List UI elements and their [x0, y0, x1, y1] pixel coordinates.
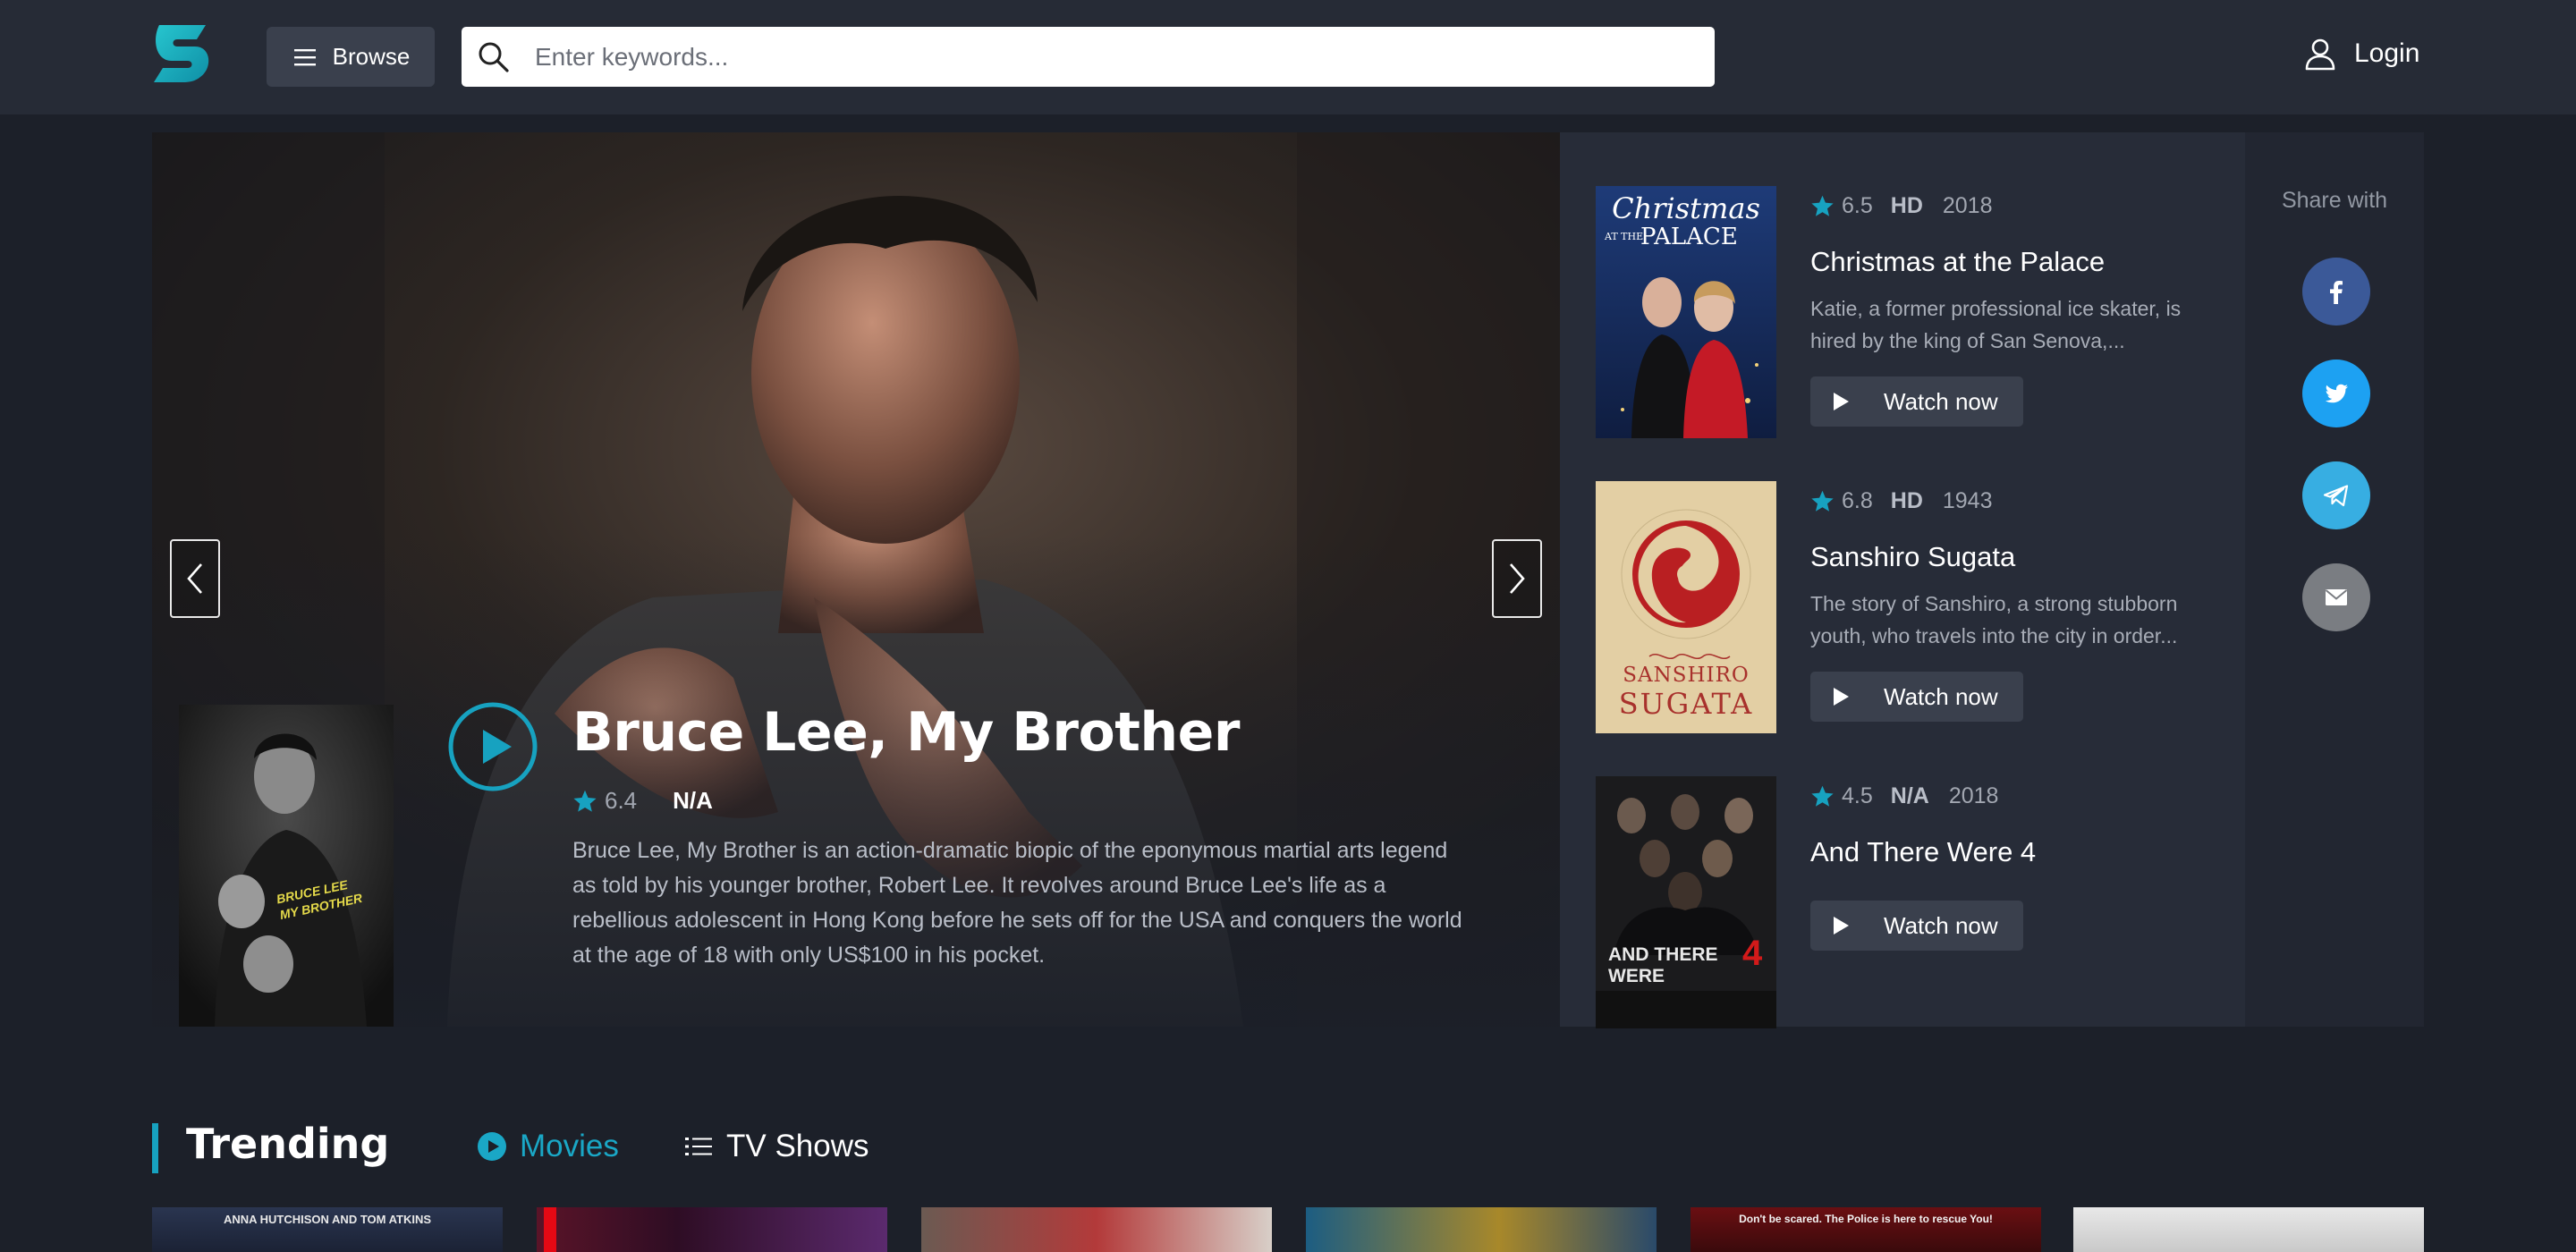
- list-item-info: 6.5 HD 2018 Christmas at the Palace Kati…: [1810, 186, 2222, 427]
- search-icon[interactable]: [476, 39, 512, 75]
- list-item-title[interactable]: And There Were 4: [1810, 836, 2222, 868]
- watch-now-button[interactable]: Watch now: [1810, 672, 2023, 722]
- trending-title: Trending: [186, 1120, 390, 1168]
- list-item: Christmas AT THE PALACE 6.5 HD 2018 Chri…: [1596, 186, 2222, 438]
- list-item-description: The story of Sanshiro, a strong stubborn…: [1810, 592, 2178, 647]
- play-icon[interactable]: [447, 701, 538, 792]
- chevron-right-icon: [1510, 563, 1525, 594]
- hero-description: Bruce Lee, My Brother is an action-drama…: [572, 838, 1462, 968]
- hero-title[interactable]: Bruce Lee, My Brother: [572, 701, 1240, 764]
- tab-movies[interactable]: Movies: [477, 1129, 619, 1164]
- list-item-quality: HD: [1890, 193, 1923, 218]
- login-label: Login: [2354, 38, 2420, 68]
- share-label: Share with: [2281, 188, 2388, 213]
- watch-now-label: Watch now: [1884, 911, 1998, 939]
- list-item-info: 4.5 N/A 2018 And There Were 4 Watch now: [1810, 776, 2222, 951]
- list-item-rating: 4.5: [1842, 783, 1873, 808]
- site-logo[interactable]: [150, 21, 215, 86]
- list-item-year: 2018: [1948, 783, 1999, 808]
- hero-poster-image: [179, 705, 394, 1027]
- star-icon: [573, 790, 597, 812]
- card-caption: ANNA HUTCHISON AND TOM ATKINS: [223, 1213, 432, 1226]
- hero-slider: BRUCE LEE MY BROTHER Bruce Lee, My Broth…: [152, 132, 1560, 1027]
- watch-now-button[interactable]: Watch now: [1810, 901, 2023, 951]
- hero-meta: 6.4 N/A: [572, 787, 713, 815]
- watch-now-label: Watch now: [1884, 682, 1998, 710]
- tab-tv-shows-label: TV Shows: [726, 1129, 869, 1163]
- poster-and-there-were-4[interactable]: AND THERE WERE 4: [1596, 776, 1776, 1028]
- top-header: Browse Login: [0, 0, 2576, 114]
- search-bar[interactable]: [462, 27, 1715, 87]
- hero-poster[interactable]: BRUCE LEE MY BROTHER: [179, 705, 394, 1027]
- trending-cards: ANNA HUTCHISON AND TOM ATKINS Don't be s…: [152, 1207, 2424, 1252]
- star-icon: [1811, 490, 1834, 512]
- poster-image: [1596, 776, 1776, 1028]
- list-item: AND THERE WERE 4 4.5 N/A 2018 And There …: [1596, 776, 2222, 1028]
- watch-now-button[interactable]: Watch now: [1810, 376, 2023, 427]
- share-telegram-button[interactable]: [2302, 461, 2370, 529]
- list-item-description: Katie, a former professional ice skater,…: [1810, 297, 2182, 352]
- featured-list: Christmas AT THE PALACE 6.5 HD 2018 Chri…: [1560, 132, 2245, 1028]
- star-icon: [1811, 195, 1834, 216]
- play-circle-icon: [478, 1132, 506, 1161]
- trending-card[interactable]: [1306, 1207, 1657, 1252]
- list-item-title[interactable]: Sanshiro Sugata: [1810, 541, 2222, 573]
- user-icon: [2305, 38, 2335, 71]
- trending-card[interactable]: [537, 1207, 887, 1252]
- list-item-quality: N/A: [1890, 783, 1929, 808]
- browse-button[interactable]: Browse: [267, 27, 435, 87]
- play-icon: [1834, 688, 1849, 706]
- share-panel: Share with: [2245, 132, 2424, 1027]
- list-item-title[interactable]: Christmas at the Palace: [1810, 246, 2222, 278]
- play-icon: [1834, 393, 1849, 410]
- trending-card[interactable]: [2073, 1207, 2424, 1252]
- list-item-meta: 4.5 N/A 2018: [1810, 783, 2222, 809]
- star-icon: [1811, 785, 1834, 807]
- facebook-icon: [2330, 281, 2343, 304]
- chevron-left-icon: [187, 563, 202, 594]
- hero-next-button[interactable]: [1492, 539, 1542, 618]
- poster-title-line-1: SANSHIRO: [1623, 664, 1750, 687]
- list-item-meta: 6.5 HD 2018: [1810, 193, 2222, 219]
- email-icon: [2325, 589, 2348, 605]
- trending-card[interactable]: ANNA HUTCHISON AND TOM ATKINS: [152, 1207, 503, 1252]
- poster-title-line-1: Christmas: [1612, 191, 1760, 225]
- card-caption: Don't be scared. The Police is here to r…: [1739, 1213, 1993, 1225]
- browse-label: Browse: [332, 43, 411, 70]
- telegram-icon: [2323, 485, 2349, 507]
- poster-title-line-2: 4: [1742, 934, 1763, 973]
- list-item-quality: HD: [1890, 488, 1923, 513]
- share-facebook-button[interactable]: [2302, 258, 2370, 326]
- poster-christmas-at-the-palace[interactable]: Christmas AT THE PALACE: [1596, 186, 1776, 438]
- poster-sanshiro-sugata[interactable]: SANSHIRO SUGATA: [1596, 481, 1776, 733]
- poster-title-line-2: SUGATA: [1618, 687, 1754, 721]
- play-icon: [1834, 917, 1849, 935]
- list-item-year: 2018: [1942, 193, 1993, 218]
- twitter-icon: [2325, 384, 2348, 403]
- hero-rating: 6.4: [605, 787, 638, 814]
- poster-title-line-2: AT THE: [1605, 231, 1644, 242]
- menu-icon: [293, 48, 316, 65]
- list-item-year: 1943: [1942, 488, 1993, 513]
- hero-quality: N/A: [673, 787, 713, 814]
- list-item-rating: 6.5: [1842, 193, 1873, 218]
- poster-title-line-3: PALACE: [1640, 224, 1738, 250]
- list-item-rating: 6.8: [1842, 488, 1873, 513]
- share-email-button[interactable]: [2302, 563, 2370, 631]
- netflix-logo-icon: [544, 1207, 556, 1252]
- login-button[interactable]: Login: [2302, 36, 2419, 72]
- list-item-info: 6.8 HD 1943 Sanshiro Sugata The story of…: [1810, 481, 2222, 722]
- trending-card[interactable]: [921, 1207, 1272, 1252]
- hero-prev-button[interactable]: [170, 539, 220, 618]
- trending-card[interactable]: Don't be scared. The Police is here to r…: [1690, 1207, 2041, 1252]
- list-icon: [685, 1138, 712, 1155]
- tab-movies-label: Movies: [520, 1129, 619, 1163]
- list-item: SANSHIRO SUGATA 6.8 HD 1943 Sanshiro Sug…: [1596, 481, 2222, 733]
- watch-now-label: Watch now: [1884, 387, 1998, 415]
- trending-accent-bar: [152, 1123, 158, 1173]
- share-twitter-button[interactable]: [2302, 360, 2370, 427]
- search-input[interactable]: [535, 42, 1680, 72]
- tab-tv-shows[interactable]: TV Shows: [683, 1129, 869, 1164]
- list-item-meta: 6.8 HD 1943: [1810, 488, 2222, 514]
